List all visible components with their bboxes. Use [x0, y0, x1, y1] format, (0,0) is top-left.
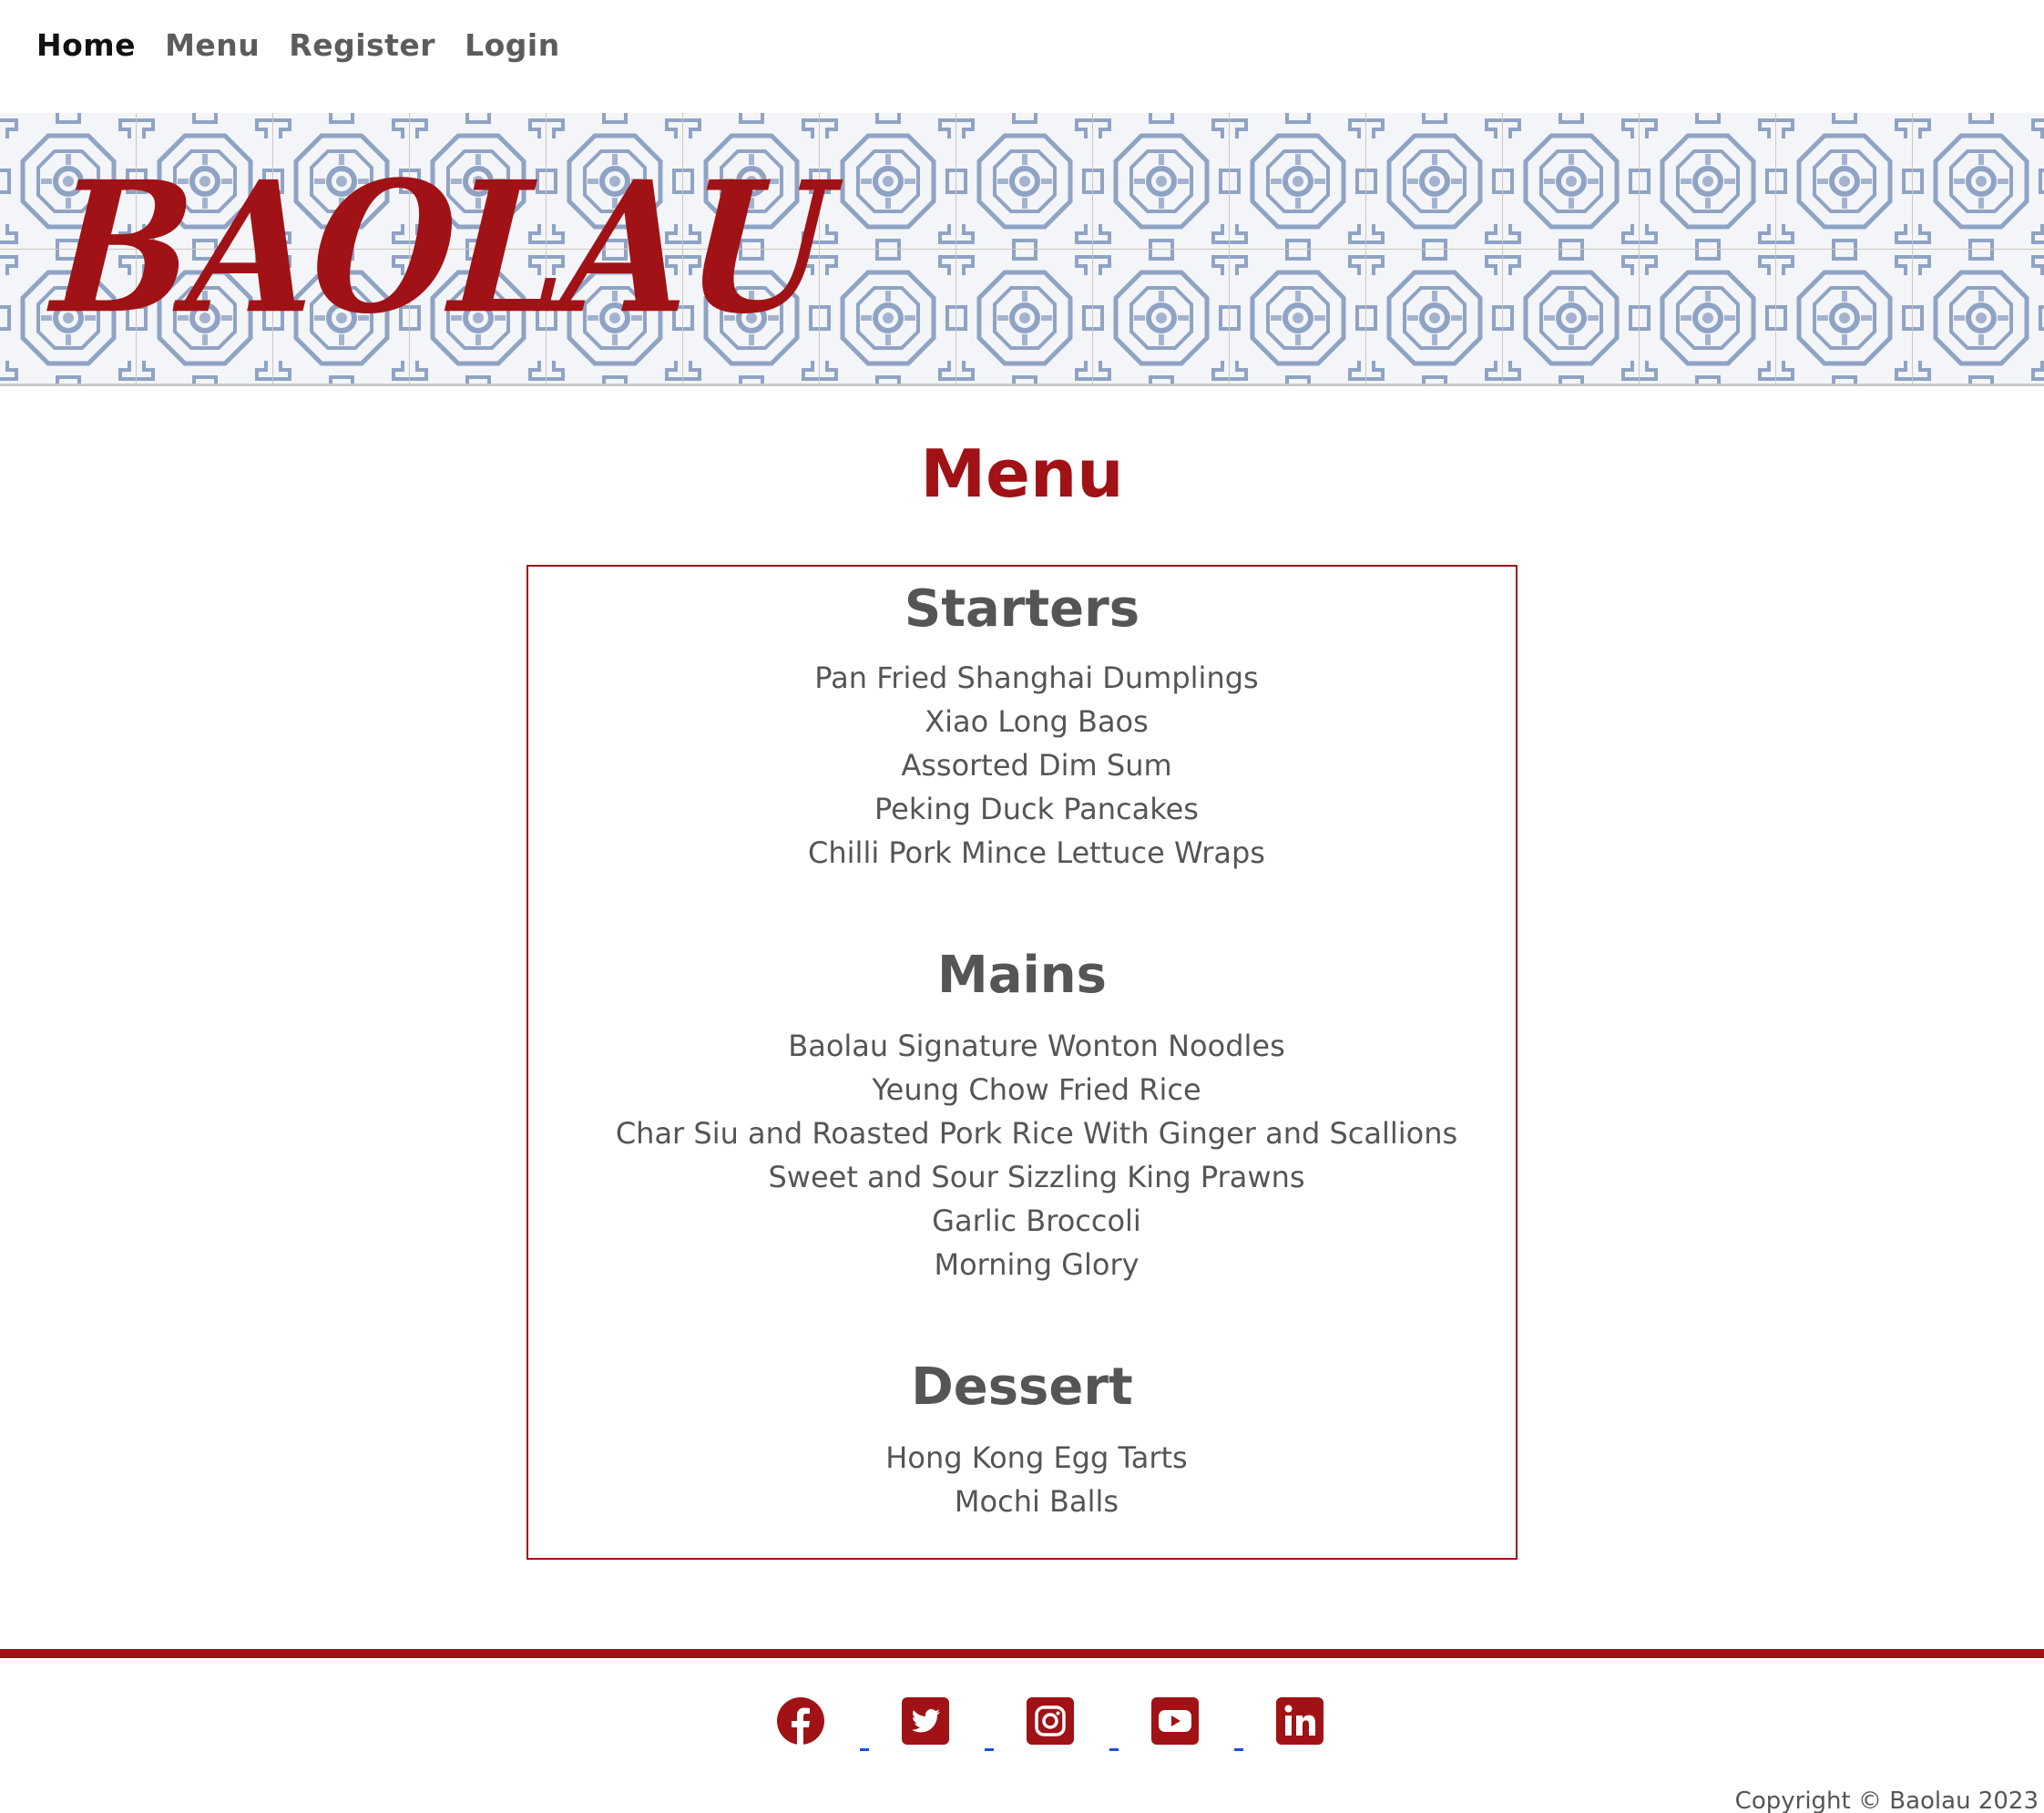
- twitter-link[interactable]: [901, 1695, 1026, 1751]
- list-item: Pan Fried Shanghai Dumplings: [814, 661, 1259, 695]
- footer-divider: [0, 1649, 2044, 1658]
- top-nav: Home Menu Register Login: [36, 27, 560, 63]
- hero-banner: BAOLAU: [0, 113, 2044, 386]
- link-underline: [1109, 1748, 1119, 1751]
- facebook-icon: [777, 1697, 824, 1746]
- copyright-text: Copyright © Baolau 2023: [1734, 1787, 2039, 1813]
- list-item: Assorted Dim Sum: [901, 748, 1172, 783]
- nav-home[interactable]: Home: [36, 27, 136, 63]
- link-underline: [1234, 1748, 1243, 1751]
- instagram-icon: [1027, 1697, 1074, 1745]
- link-underline: [860, 1748, 869, 1751]
- list-item: Morning Glory: [934, 1247, 1140, 1282]
- youtube-link[interactable]: [1150, 1695, 1275, 1751]
- list-item: Chilli Pork Mince Lettuce Wraps: [808, 835, 1265, 870]
- list-item: Garlic Broccoli: [932, 1204, 1141, 1238]
- brand-logo-text: BAOLAU: [47, 142, 833, 354]
- list-item: Hong Kong Egg Tarts: [885, 1440, 1188, 1475]
- link-underline: [985, 1748, 994, 1751]
- list-item: Yeung Chow Fried Rice: [872, 1072, 1201, 1107]
- list-item: Xiao Long Baos: [925, 704, 1149, 739]
- facebook-link[interactable]: [776, 1695, 901, 1751]
- dessert-list: Hong Kong Egg Tarts Mochi Balls: [528, 1436, 1516, 1523]
- youtube-icon: [1151, 1697, 1199, 1745]
- social-links: [776, 1695, 1400, 1751]
- mains-list: Baolau Signature Wonton Noodles Yeung Ch…: [528, 1024, 1516, 1286]
- nav-menu[interactable]: Menu: [165, 27, 260, 63]
- list-item: Baolau Signature Wonton Noodles: [788, 1029, 1285, 1063]
- list-item: Sweet and Sour Sizzling King Prawns: [768, 1160, 1305, 1194]
- section-title-mains: Mains: [937, 946, 1107, 1005]
- page-title: Menu: [920, 435, 1124, 512]
- menu-card: Starters Pan Fried Shanghai Dumplings Xi…: [526, 565, 1518, 1560]
- twitter-icon: [902, 1697, 949, 1745]
- starters-list: Pan Fried Shanghai Dumplings Xiao Long B…: [528, 656, 1516, 875]
- nav-login[interactable]: Login: [465, 27, 560, 63]
- list-item: Char Siu and Roasted Pork Rice With Ging…: [615, 1116, 1458, 1151]
- list-item: Peking Duck Pancakes: [874, 792, 1199, 826]
- list-item: Mochi Balls: [954, 1484, 1119, 1519]
- linkedin-icon: [1276, 1697, 1323, 1745]
- instagram-link[interactable]: [1026, 1695, 1150, 1751]
- section-title-dessert: Dessert: [911, 1357, 1133, 1417]
- section-title-starters: Starters: [904, 579, 1140, 639]
- linkedin-link[interactable]: [1275, 1695, 1400, 1746]
- nav-register[interactable]: Register: [289, 27, 435, 63]
